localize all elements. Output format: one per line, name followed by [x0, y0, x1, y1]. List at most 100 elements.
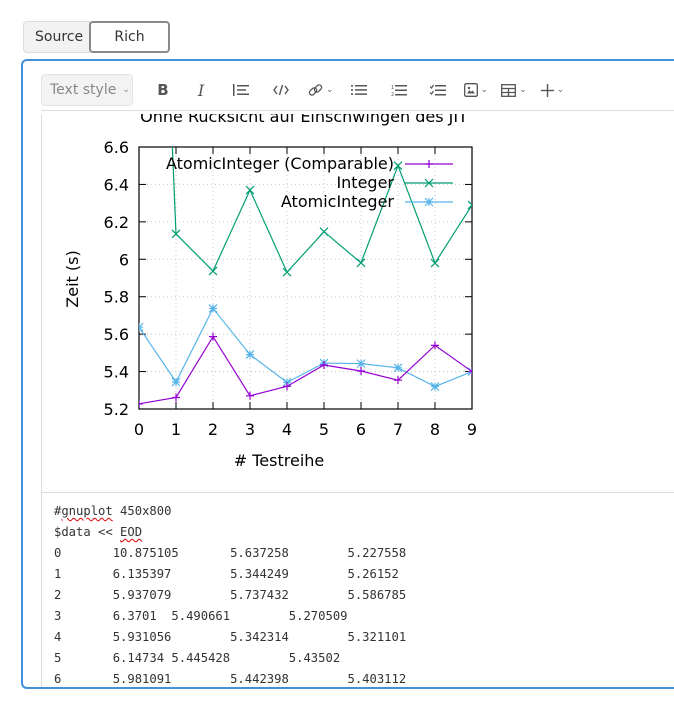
- table-button[interactable]: ⌄: [501, 74, 527, 106]
- italic-icon: I: [197, 80, 205, 100]
- x-tick-label: 8: [430, 420, 440, 439]
- chevron-down-icon: ⌄: [480, 85, 489, 95]
- legend-marker: [424, 197, 434, 207]
- data-point: [356, 359, 366, 369]
- data-point: [208, 303, 218, 313]
- blockquote-button[interactable]: [230, 74, 252, 106]
- data-point: [319, 227, 329, 237]
- source-mode-button[interactable]: Source: [23, 21, 90, 53]
- legend-marker: [425, 160, 433, 168]
- x-tick-label: 3: [245, 420, 255, 439]
- numbered-list-button[interactable]: 12: [389, 74, 409, 106]
- y-tick-label: 5.8: [104, 288, 129, 307]
- x-tick-label: 0: [134, 420, 144, 439]
- data-point: [139, 322, 144, 332]
- formatting-toolbar: Text style ⌄ B I ⌄ 12 ⌄ ⌄ ⌄: [41, 70, 674, 111]
- editor-mode-toggle: Source Rich text: [23, 21, 170, 73]
- data-point: [139, 399, 143, 408]
- data-point: [393, 161, 403, 171]
- code-data-row: 4 5.931056 5.342314 5.321101: [54, 630, 407, 644]
- table-icon: [501, 83, 517, 97]
- spelling-error-word: gnuplot: [61, 504, 113, 518]
- line-chart: Ohne Rücksicht auf Einschwingen des JIT …: [63, 114, 477, 470]
- svg-text:1: 1: [391, 85, 394, 91]
- blockquote-icon: [233, 84, 249, 96]
- x-tick-label: 9: [467, 420, 477, 439]
- rich-text-editor: Text style ⌄ B I ⌄ 12 ⌄ ⌄ ⌄ Ohne Rücksic…: [21, 59, 674, 689]
- y-tick-label: 5.2: [104, 400, 129, 419]
- insert-more-button[interactable]: ⌄: [540, 74, 565, 106]
- bold-button[interactable]: B: [154, 74, 172, 106]
- data-point: [430, 258, 440, 268]
- plot-frame: [138, 146, 473, 410]
- x-tick-label: 4: [282, 420, 292, 439]
- svg-text:2: 2: [391, 92, 394, 97]
- text-style-label: Text style: [50, 82, 117, 98]
- bullet-list-icon: [350, 85, 367, 95]
- data-point: [172, 393, 180, 402]
- data-point: [246, 391, 254, 400]
- code-data-row: 5 6.14734 5.445428 5.43502: [54, 651, 341, 665]
- series-atomicinteger: [139, 303, 472, 391]
- bullet-list-button[interactable]: [349, 74, 369, 106]
- x-tick-label: 5: [319, 420, 329, 439]
- y-tick-label: 5.6: [104, 325, 129, 344]
- task-list-icon: [429, 84, 446, 95]
- data-point: [430, 382, 440, 391]
- code-data-row: 1 6.135397 5.344249 5.26152: [54, 567, 399, 581]
- italic-button[interactable]: I: [192, 74, 210, 106]
- code-data-row: 2 5.937079 5.737432 5.586785: [54, 588, 407, 602]
- code-text: 450x800: [112, 504, 172, 518]
- rich-text-mode-button[interactable]: Rich text: [89, 21, 170, 73]
- data-point: [393, 363, 403, 373]
- legend-label: AtomicInteger: [281, 192, 395, 211]
- series-line: [139, 335, 472, 405]
- code-line: #gnuplot 450x800: [54, 501, 674, 522]
- y-tick-label: 6.2: [104, 213, 129, 232]
- chevron-down-icon: ⌄: [326, 85, 334, 95]
- text-style-dropdown[interactable]: Text style ⌄: [41, 74, 133, 106]
- y-tick-label: 6.4: [104, 175, 129, 194]
- image-icon: [463, 83, 478, 97]
- x-tick-label: 6: [356, 420, 366, 439]
- code-text: $data <<: [54, 525, 121, 539]
- data-point: [356, 258, 366, 268]
- legend-label: AtomicInteger (Comparable): [166, 154, 394, 173]
- spelling-error-word: EOD: [120, 525, 143, 539]
- code-icon: [273, 84, 289, 96]
- x-axis-label: # Testreihe: [234, 451, 325, 470]
- y-axis-label: Zeit (s): [63, 250, 82, 307]
- link-icon: [308, 83, 323, 96]
- plus-icon: [540, 83, 554, 97]
- chart-title: Ohne Rücksicht auf Einschwingen des JIT: [140, 114, 468, 126]
- chevron-down-icon: ⌄: [122, 85, 130, 95]
- data-point: [282, 267, 292, 277]
- x-tick-label: 7: [393, 420, 403, 439]
- task-list-button[interactable]: [428, 74, 448, 106]
- chevron-down-icon: ⌄: [519, 85, 527, 95]
- data-point: [283, 382, 291, 391]
- y-tick-label: 6: [119, 250, 129, 269]
- data-point: [357, 366, 365, 375]
- code-data-row: 0 10.875105 5.637258 5.227558: [54, 546, 407, 560]
- code-button[interactable]: [270, 74, 292, 106]
- series-line: [139, 307, 472, 388]
- gnuplot-chart-preview: Ohne Rücksicht auf Einschwingen des JIT …: [41, 114, 674, 493]
- data-point: [245, 350, 255, 360]
- code-data-row: 3 6.3701 5.490661 5.270509: [54, 609, 348, 623]
- chart-legend: AtomicInteger (Comparable)IntegerAtomicI…: [166, 154, 453, 211]
- series-atomicinteger-comparable: [139, 332, 472, 408]
- x-tick-label: 1: [171, 420, 181, 439]
- code-line: $data << EOD: [54, 522, 674, 543]
- chevron-down-icon: ⌄: [556, 85, 565, 95]
- bold-icon: B: [157, 81, 169, 99]
- y-tick-label: 6.6: [104, 138, 129, 157]
- gnuplot-code-block[interactable]: #gnuplot 450x800 $data << EOD 0 10.875105 …: [41, 493, 674, 687]
- legend-label: Integer: [336, 173, 394, 192]
- x-tick-label: 2: [208, 420, 218, 439]
- image-button[interactable]: ⌄: [463, 74, 489, 106]
- editor-content[interactable]: Ohne Rücksicht auf Einschwingen des JIT …: [41, 114, 674, 687]
- chart-grid: [139, 147, 472, 409]
- y-tick-label: 5.4: [104, 363, 129, 382]
- link-button[interactable]: ⌄: [308, 74, 334, 106]
